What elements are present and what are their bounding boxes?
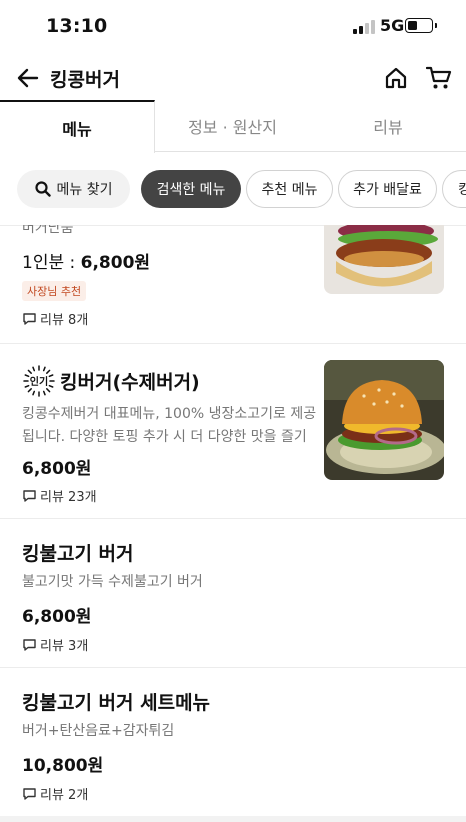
signal-icon	[353, 20, 375, 34]
cart-icon	[426, 66, 452, 89]
review-count-label: 리뷰 3개	[40, 639, 89, 654]
extra-delivery-fee-chip[interactable]: 추가 배달료	[338, 170, 437, 208]
popular-badge: 인기	[22, 364, 56, 398]
divider	[0, 667, 466, 668]
section-divider	[0, 816, 466, 822]
tab-info[interactable]: 정보 · 원산지	[155, 100, 310, 152]
nav-bar: 킹콩버거	[0, 56, 466, 100]
review-count-label: 리뷰 23개	[40, 490, 97, 505]
menu-item-description: 버거+탄산음료+감자튀김	[22, 723, 175, 739]
menu-item-title: 킹버거(수제버거)	[60, 371, 200, 394]
menu-item-price: 6,800원	[22, 459, 92, 479]
tab-menu[interactable]: 메뉴	[0, 100, 155, 153]
searched-menu-chip[interactable]: 검색한 메뉴	[141, 170, 241, 208]
network-label: 5G	[380, 16, 405, 35]
status-time: 13:10	[46, 15, 108, 37]
review-count: 리뷰 2개	[23, 784, 88, 803]
owner-recommend-badge: 사장님 추천	[22, 281, 87, 301]
menu-item-description: 버거단품	[22, 225, 74, 236]
popular-badge-label: 인기	[30, 375, 48, 388]
search-icon	[34, 181, 51, 197]
menu-item-photo	[324, 225, 444, 294]
price-label: 1인분 :	[22, 253, 81, 273]
review-icon	[23, 638, 36, 651]
menu-item-price: 1인분 : 6,800원	[22, 248, 150, 273]
home-icon	[385, 67, 407, 89]
home-button[interactable]	[382, 64, 410, 92]
menu-item-description: 킹콩수제버거 대표메뉴, 100% 냉장소고기로 제공됩니다. 다양한 토핑 추…	[22, 406, 317, 445]
status-bar: 13:10 5G	[0, 0, 466, 52]
menu-item-name: 킹불고기 버거 세트메뉴	[22, 692, 211, 714]
review-count: 리뷰 23개	[23, 486, 97, 505]
review-icon	[23, 787, 36, 800]
back-button[interactable]	[14, 64, 42, 92]
page-title: 킹콩버거	[50, 69, 120, 91]
menu-item-photo	[324, 360, 444, 480]
cart-button[interactable]	[424, 64, 454, 92]
tab-bar: 메뉴 정보 · 원산지 리뷰	[0, 100, 466, 153]
menu-item-name: 킹불고기 버거	[22, 543, 134, 565]
menu-search-label: 메뉴 찾기	[56, 182, 113, 198]
tab-review[interactable]: 리뷰	[310, 100, 466, 152]
review-count: 리뷰 8개	[23, 309, 88, 328]
menu-item-name: 인기 킹버거(수제버거)	[22, 364, 200, 400]
menu-list: 버거단품 1인분 : 6,800원 사장님 추천 리뷰 8개 인기 킹버거(수제…	[0, 225, 466, 822]
review-icon	[23, 489, 36, 502]
review-count-label: 리뷰 2개	[40, 788, 89, 803]
divider	[0, 343, 466, 344]
recommended-menu-chip[interactable]: 추천 메뉴	[246, 170, 333, 208]
menu-filter-chips: 메뉴 찾기 검색한 메뉴 추천 메뉴 추가 배달료 킹	[0, 166, 466, 212]
price-value: 6,800원	[80, 253, 151, 273]
back-arrow-icon	[17, 68, 39, 88]
menu-item-price: 10,800원	[22, 756, 104, 776]
review-count-label: 리뷰 8개	[40, 313, 89, 328]
review-icon	[23, 312, 36, 325]
menu-item-description: 불고기맛 가득 수제불고기 버거	[22, 574, 203, 590]
battery-icon	[405, 18, 437, 33]
menu-item-price: 6,800원	[22, 607, 92, 627]
next-category-chip[interactable]: 킹	[442, 170, 466, 208]
divider	[0, 518, 466, 519]
menu-search-chip[interactable]: 메뉴 찾기	[17, 170, 130, 208]
review-count: 리뷰 3개	[23, 635, 88, 654]
